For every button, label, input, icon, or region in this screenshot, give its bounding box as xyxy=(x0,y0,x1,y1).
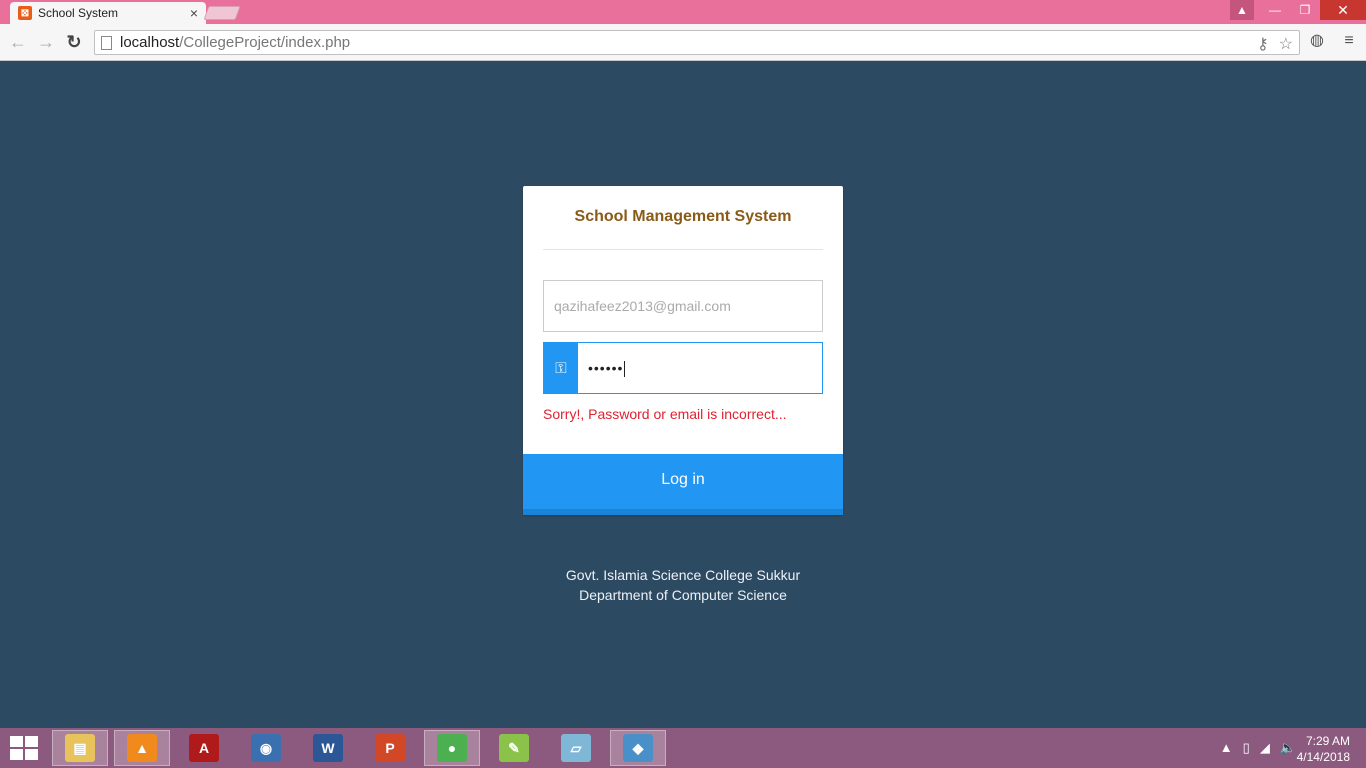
xampp-favicon-icon: ⊠ xyxy=(18,6,32,20)
extension-icon[interactable]: ◍ xyxy=(1308,32,1326,50)
media-player-icon: ◉ xyxy=(251,734,281,762)
email-field[interactable]: qazihafeez2013@gmail.com xyxy=(543,280,823,332)
key-icon: ⚿ xyxy=(544,343,578,393)
browser-titlebar: ⊠ School System × ▲ — ❐ ✕ xyxy=(0,0,1366,24)
new-tab-button[interactable] xyxy=(203,6,241,20)
bookmark-star-icon[interactable]: ☆ xyxy=(1279,34,1293,54)
restore-button[interactable]: ❐ xyxy=(1290,0,1320,20)
profile-icon[interactable]: ▲ xyxy=(1230,0,1254,20)
login-button[interactable]: Log in xyxy=(523,454,843,515)
taskbar-app[interactable]: ● xyxy=(424,730,480,766)
reload-button[interactable]: ↻ xyxy=(64,32,84,52)
password-field[interactable]: •••••• xyxy=(578,343,822,393)
tab-close-icon[interactable]: × xyxy=(190,6,198,20)
clock-date: 4/14/2018 xyxy=(1296,750,1350,764)
chrome-icon: ● xyxy=(437,734,467,762)
forward-button[interactable]: → xyxy=(36,32,56,52)
taskbar-app[interactable]: A xyxy=(176,730,232,766)
address-bar[interactable]: localhost/CollegeProject/index.php ⚷ ☆ xyxy=(94,30,1300,55)
key-icon[interactable]: ⚷ xyxy=(1257,34,1269,54)
windows-start-icon[interactable] xyxy=(10,736,38,760)
taskbar-app[interactable]: ◆ xyxy=(610,730,666,766)
word-icon: W xyxy=(313,734,343,762)
page-icon xyxy=(101,35,112,50)
taskbar-app[interactable]: W xyxy=(300,730,356,766)
page-footer: Govt. Islamia Science College Sukkur Dep… xyxy=(0,565,1366,605)
clock-time: 7:29 AM xyxy=(1305,734,1350,748)
taskbar-app[interactable]: ▲ xyxy=(114,730,170,766)
acrobat-icon: A xyxy=(189,734,219,762)
divider xyxy=(543,249,823,250)
system-clock[interactable]: 7:29 AM 4/14/2018 xyxy=(1297,733,1350,765)
taskbar-app[interactable]: ▱ xyxy=(548,730,604,766)
login-card: School Management System qazihafeez2013@… xyxy=(523,186,843,515)
notepadpp-icon: ✎ xyxy=(499,734,529,762)
password-field-group: ⚿ •••••• xyxy=(543,342,823,394)
battery-icon[interactable]: ▯ xyxy=(1243,740,1250,756)
window-controls: ▲ — ❐ ✕ xyxy=(1230,0,1366,20)
error-message: Sorry!, Password or email is incorrect..… xyxy=(543,406,787,422)
tray-expand-icon[interactable]: ▲ xyxy=(1220,740,1233,756)
virtualbox-icon: ◆ xyxy=(623,734,653,762)
college-name: Govt. Islamia Science College Sukkur xyxy=(565,567,801,583)
menu-icon[interactable]: ≡ xyxy=(1340,32,1358,50)
url-text[interactable]: localhost/CollegeProject/index.php xyxy=(120,34,350,51)
browser-toolbar: ← → ↻ localhost/CollegeProject/index.php… xyxy=(0,24,1366,61)
close-window-button[interactable]: ✕ xyxy=(1320,0,1366,20)
tab-title: School System xyxy=(38,6,119,20)
system-tray: ▲ ▯ ◢ 🔈 xyxy=(1220,740,1296,756)
windows-taskbar: ▤ ▲ A ◉ W P ● ✎ ▱ ◆ ▲ ▯ ◢ 🔈 7:29 AM 4/14/2018 xyxy=(0,728,1366,768)
taskbar-app[interactable]: ◉ xyxy=(238,730,294,766)
file-explorer-icon: ▤ xyxy=(65,734,95,762)
taskbar-app[interactable]: P xyxy=(362,730,418,766)
volume-icon[interactable]: 🔈 xyxy=(1280,740,1296,756)
network-icon[interactable]: ◢ xyxy=(1260,740,1270,756)
vlc-icon: ▲ xyxy=(127,734,157,762)
powerpoint-icon: P xyxy=(375,734,405,762)
browser-tab[interactable]: ⊠ School System × xyxy=(10,2,206,24)
login-title: School Management System xyxy=(574,208,792,225)
notebook-icon: ▱ xyxy=(561,734,591,762)
taskbar-app[interactable]: ▤ xyxy=(52,730,108,766)
minimize-button[interactable]: — xyxy=(1260,0,1290,20)
taskbar-app[interactable]: ✎ xyxy=(486,730,542,766)
back-button[interactable]: ← xyxy=(8,32,28,52)
department-name: Department of Computer Science xyxy=(579,587,787,603)
